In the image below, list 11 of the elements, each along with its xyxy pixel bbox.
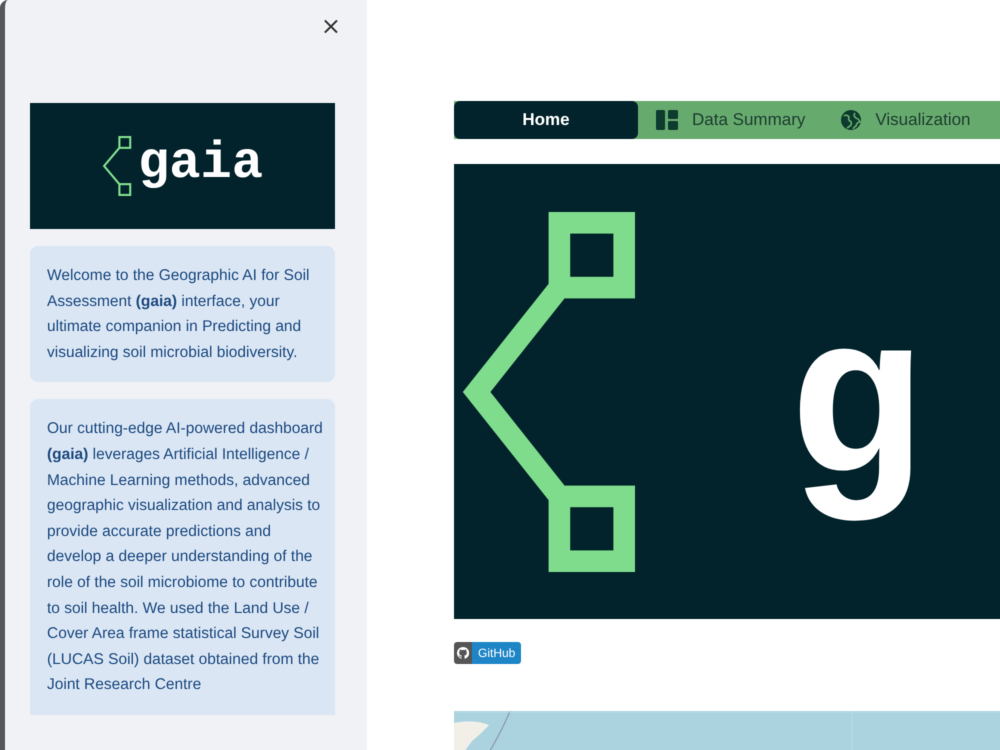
logo-letter: g: [786, 296, 924, 526]
nav-tab[interactable]: Visualization: [823, 101, 989, 139]
info-box: Welcome to the Geographic AI for Soil Assessment (gaia) interface, your ultimate companion in Predicting and visualizing soil microbial biodiversity.: [30, 246, 335, 382]
nav-tab[interactable]: Data Summary: [638, 101, 824, 139]
info-box: Our cutting-edge AI-powered dashboard (gaia) leverages Artificial Intelligence / Machine Learning methods, advanced geographic visualization and analysis to provide accurate predictions and develop a deeper understanding of the role of the soil microbiome to contribute to soil health. We used the Land Use / Cover Area frame statistical Survey Soil (LUCAS Soil) dataset obtained from the Joint Research Centre: [30, 399, 335, 715]
dashboard-icon: [656, 110, 678, 130]
globe-icon: [841, 110, 862, 130]
logo-text: gaia: [138, 134, 263, 194]
close-button[interactable]: ×: [316, 12, 345, 40]
nav-tab[interactable]: Home: [454, 101, 638, 139]
github-icon: [457, 647, 469, 659]
